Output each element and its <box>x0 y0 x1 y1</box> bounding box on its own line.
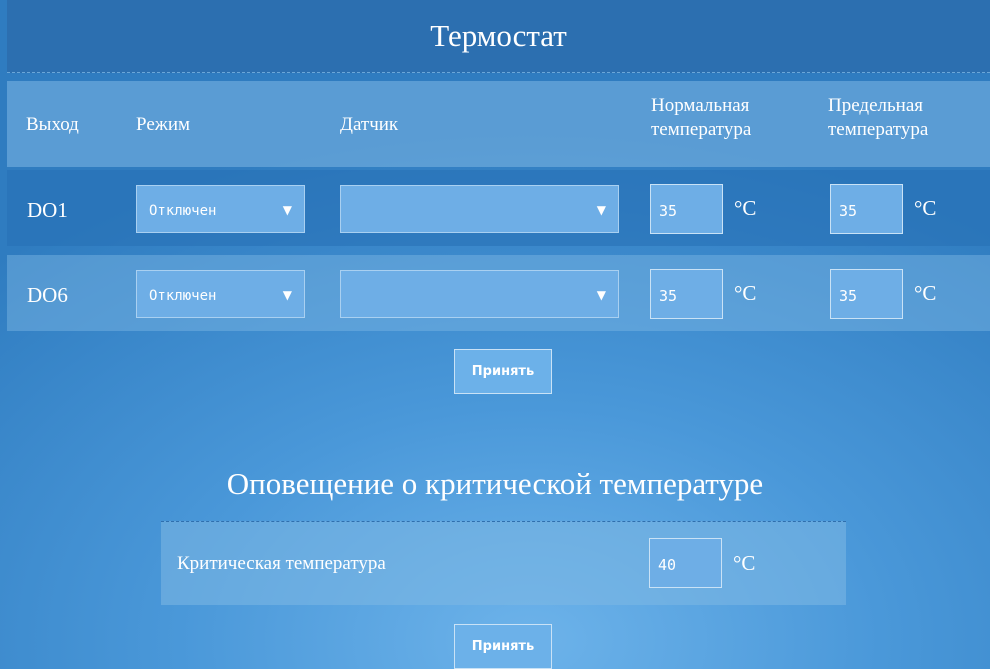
normal-temp-unit: °C <box>734 281 757 305</box>
table-row: DO1 Отключен ▼ ▼ 35 °C 35 °C <box>7 170 990 246</box>
dropdown-arrow-icon: ▼ <box>282 288 292 302</box>
mode-select-value: Отключен <box>149 288 217 304</box>
critical-temp-input[interactable]: 40 <box>649 538 722 588</box>
dropdown-arrow-icon: ▼ <box>282 203 292 217</box>
dropdown-arrow-icon: ▼ <box>596 203 606 217</box>
critical-temp-panel: Критическая температура 40 °C <box>161 521 846 605</box>
normal-temp-value: 35 <box>659 287 678 305</box>
alert-apply-button[interactable]: Принять <box>454 624 552 669</box>
column-header-normal-temp-line1: Нормальная <box>651 95 750 116</box>
limit-temp-input[interactable]: 35 <box>830 269 903 319</box>
column-header-limit-temp-line2: температура <box>828 119 929 140</box>
critical-temp-unit: °C <box>733 551 756 575</box>
normal-temp-value: 35 <box>659 202 678 220</box>
critical-temp-label: Критическая температура <box>177 553 386 574</box>
mode-select-value: Отключен <box>149 203 217 219</box>
column-header-sensor: Датчик <box>340 114 399 135</box>
normal-temp-input[interactable]: 35 <box>650 184 723 234</box>
table-row: DO6 Отключен ▼ ▼ 35 °C 35 °C <box>7 255 990 331</box>
mode-select[interactable]: Отключен ▼ <box>136 270 305 318</box>
limit-temp-unit: °C <box>914 196 937 220</box>
limit-temp-value: 35 <box>839 287 858 305</box>
thermostat-title: Термостат <box>430 18 567 53</box>
thermostat-apply-button[interactable]: Принять <box>454 349 552 394</box>
column-header-output: Выход <box>26 114 79 135</box>
output-label: DO6 <box>27 283 68 307</box>
limit-temp-unit: °C <box>914 281 937 305</box>
critical-temp-value: 40 <box>658 556 677 574</box>
dropdown-arrow-icon: ▼ <box>596 288 606 302</box>
limit-temp-input[interactable]: 35 <box>830 184 903 234</box>
column-header-normal-temp-line2: температура <box>651 119 752 140</box>
sensor-select[interactable]: ▼ <box>340 185 619 233</box>
thermostat-header: Термостат <box>7 0 990 73</box>
mode-select[interactable]: Отключен ▼ <box>136 185 305 233</box>
thermostat-table-header: Выход Режим Датчик Нормальная температур… <box>7 81 990 167</box>
column-header-mode: Режим <box>136 114 191 135</box>
alert-section-title: Оповещение о критической температуре <box>226 466 764 501</box>
column-header-limit-temp-line1: Предельная <box>828 95 923 116</box>
sensor-select[interactable]: ▼ <box>340 270 619 318</box>
limit-temp-value: 35 <box>839 202 858 220</box>
output-label: DO1 <box>27 198 68 222</box>
normal-temp-unit: °C <box>734 196 757 220</box>
normal-temp-input[interactable]: 35 <box>650 269 723 319</box>
